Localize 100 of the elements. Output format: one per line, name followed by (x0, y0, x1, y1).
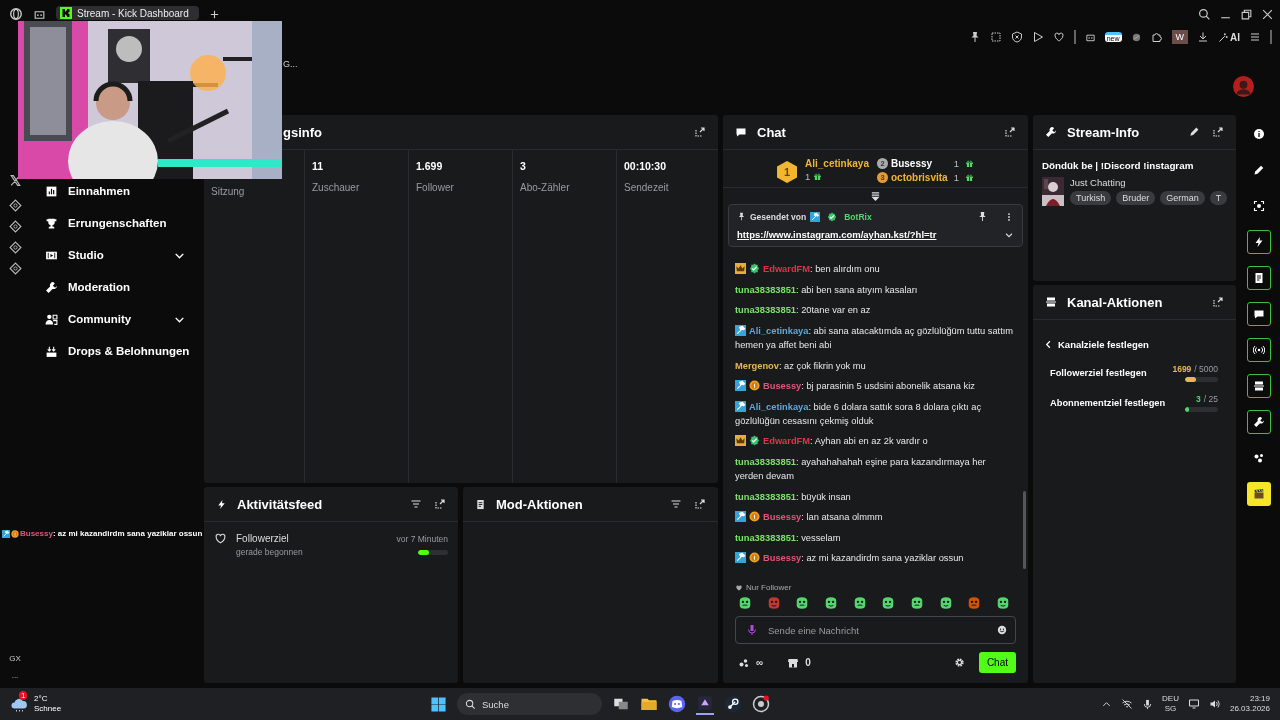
chat-mode-label: Nur Follower (746, 583, 792, 592)
gifter-name: octobrisvita (890, 172, 948, 183)
microphone-icon[interactable] (1142, 698, 1154, 710)
emoji-icon[interactable] (997, 625, 1007, 635)
send-button[interactable]: Chat (978, 652, 1016, 673)
nav-item[interactable]: Community (30, 303, 200, 335)
play-icon[interactable] (1031, 31, 1044, 43)
nav-item[interactable]: Errungenschaften (30, 207, 200, 239)
nav-item[interactable]: Studio (30, 239, 200, 271)
emote-icon[interactable] (795, 596, 810, 610)
browser-tab[interactable]: Stream - Kick Dashboard (56, 6, 199, 20)
pop-out-icon[interactable] (694, 126, 706, 138)
emote-icon[interactable] (938, 596, 953, 610)
profile-button[interactable]: W (1171, 30, 1188, 44)
ball-icon[interactable] (1130, 31, 1142, 43)
store-icon[interactable] (787, 656, 800, 669)
close-icon[interactable] (1261, 7, 1274, 21)
category-name[interactable]: Just Chatting (1070, 177, 1228, 188)
tag[interactable]: Bruder (1116, 191, 1156, 205)
speaker-icon[interactable] (1208, 698, 1221, 710)
quick-action-button[interactable] (1246, 266, 1271, 290)
diamond-icon[interactable] (8, 220, 22, 233)
message-field[interactable]: Sende eine Nachricht (766, 623, 989, 637)
tag[interactable]: T (1209, 191, 1228, 205)
emote-icon[interactable] (909, 596, 924, 610)
menu-icon[interactable] (1249, 31, 1261, 43)
gift-icon (813, 172, 823, 181)
screenshot-icon[interactable] (989, 31, 1002, 43)
points-icon[interactable] (738, 656, 750, 669)
search-field[interactable]: Suche (457, 693, 602, 715)
diamond-icon[interactable] (8, 262, 22, 275)
link[interactable]: https://www.instagram.com/ayhan.kst/?hl=tr (737, 229, 1004, 240)
quick-action-button[interactable] (1246, 230, 1271, 254)
scroll-down-icon[interactable] (870, 191, 881, 202)
nav-item[interactable]: Drops & Belohnungen (30, 335, 200, 367)
edit-icon[interactable] (1189, 126, 1200, 137)
restore-icon[interactable] (1240, 7, 1253, 21)
back-link[interactable]: Kanalziele festlegen (1033, 320, 1236, 358)
quick-action-button[interactable] (1246, 482, 1271, 506)
moderator-badge-icon (735, 380, 746, 392)
goal-label[interactable]: Abonnementziel festlegen (1050, 398, 1179, 408)
nav-item[interactable]: Moderation (30, 271, 200, 303)
emote-icon[interactable] (881, 596, 896, 610)
diamond-icon[interactable] (8, 241, 22, 254)
panel-title: Kanal-Aktionen (1067, 294, 1164, 310)
filter-icon[interactable] (670, 498, 682, 510)
download-icon[interactable] (1197, 31, 1209, 43)
shield-icon[interactable] (1010, 31, 1023, 43)
emote-icon[interactable] (823, 596, 838, 610)
more-button[interactable]: ... (11, 671, 19, 680)
gamepad-icon[interactable] (752, 695, 770, 713)
heart-icon[interactable] (1052, 31, 1065, 43)
emote-icon[interactable] (738, 596, 752, 610)
clapperboard-icon (1252, 488, 1265, 500)
search-icon (465, 698, 476, 710)
wrench-icon (45, 280, 58, 294)
search-icon[interactable] (1198, 7, 1211, 21)
diamond-icon[interactable] (8, 199, 22, 212)
quick-action-button[interactable] (1246, 374, 1271, 398)
ai-button[interactable]: AI (1218, 31, 1240, 43)
emote-icon[interactable] (852, 596, 867, 610)
scrollbar[interactable] (1023, 491, 1026, 569)
quick-action-button[interactable] (1246, 302, 1271, 326)
network-icon[interactable] (1121, 698, 1134, 710)
chat-message: Ali_cetinkaya: bide 6 dolara sattık sora 8 dolara çıktı aç gözlülüğün cesasını çekmiş olduk (735, 399, 983, 428)
activity-title: Followerziel (236, 533, 290, 544)
steam-icon[interactable] (724, 695, 742, 713)
tag[interactable]: German (1160, 191, 1205, 205)
panel-title: Aktivitätsfeed (237, 496, 324, 512)
goal-label[interactable]: Followerziel festlegen (1050, 368, 1167, 378)
emote-icon[interactable] (995, 596, 1010, 610)
plus-icon[interactable] (208, 8, 220, 20)
chat-message: Busessy: bj parasinin 5 usdsini abonelik atsana kiz (735, 375, 1014, 397)
nav-item[interactable]: Einnahmen (30, 175, 200, 207)
settings-icon[interactable] (953, 657, 965, 668)
pop-out-icon[interactable] (1004, 126, 1016, 138)
pop-out-icon[interactable] (1212, 126, 1224, 138)
quick-action-button[interactable] (1246, 410, 1271, 434)
pop-out-icon[interactable] (1212, 296, 1224, 308)
quick-action-button[interactable] (1246, 338, 1271, 362)
moderator-badge-icon (735, 511, 746, 523)
chat-app-icon[interactable] (668, 695, 686, 713)
layout-label[interactable]: SG (1164, 704, 1177, 714)
avatar[interactable] (1233, 76, 1254, 97)
emote-icon[interactable] (967, 596, 982, 610)
pop-out-icon[interactable] (434, 498, 446, 510)
extensions-icon[interactable] (1150, 31, 1163, 43)
windows-start-icon[interactable] (430, 695, 447, 713)
pop-out-icon[interactable] (694, 498, 706, 510)
pinned-sender: BotRix (844, 211, 873, 222)
message-box[interactable]: Sende eine Nachricht (735, 616, 1016, 644)
display-icon[interactable] (1187, 698, 1200, 710)
filter-icon[interactable] (410, 498, 422, 510)
heart-icon (735, 583, 743, 592)
x-logo-icon[interactable] (8, 174, 22, 187)
browser-logo-icon[interactable] (9, 7, 23, 21)
tag[interactable]: Turkish (1070, 191, 1112, 205)
language-label[interactable]: DEU (1162, 694, 1179, 704)
pin-icon[interactable] (977, 211, 988, 222)
app-icon[interactable] (696, 693, 714, 715)
